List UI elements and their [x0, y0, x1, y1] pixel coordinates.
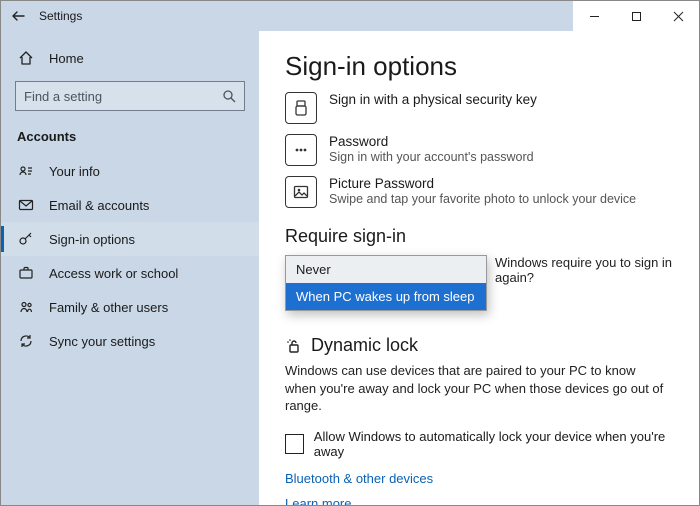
- password-dots-icon: [285, 134, 317, 166]
- sidebar-item-signin[interactable]: Sign-in options: [1, 222, 259, 256]
- sidebar-item-label: Access work or school: [49, 266, 178, 281]
- home-nav[interactable]: Home: [1, 41, 259, 75]
- window-title: Settings: [39, 9, 82, 23]
- sidebar-item-label: Your info: [49, 164, 100, 179]
- dropdown-item-never[interactable]: Never: [286, 256, 486, 283]
- close-button[interactable]: [657, 1, 699, 31]
- page-title: Sign-in options: [285, 51, 673, 82]
- sidebar-item-label: Sync your settings: [49, 334, 155, 349]
- link-learn-more[interactable]: Learn more: [285, 496, 673, 505]
- sidebar-item-your-info[interactable]: Your info: [1, 154, 259, 188]
- require-heading: Require sign-in: [285, 226, 673, 247]
- option-sub: Sign in with your account's password: [329, 150, 534, 164]
- link-bluetooth[interactable]: Bluetooth & other devices: [285, 471, 673, 486]
- settings-window: Settings Home Find a setting A: [0, 0, 700, 506]
- minimize-button[interactable]: [573, 1, 615, 31]
- dynamic-lock-heading: Dynamic lock: [285, 335, 673, 356]
- sidebar-item-work[interactable]: Access work or school: [1, 256, 259, 290]
- dropdown-item-wake[interactable]: When PC wakes up from sleep: [286, 283, 486, 310]
- home-icon: [17, 49, 35, 67]
- sidebar-item-sync[interactable]: Sync your settings: [1, 324, 259, 358]
- dynamic-lock-checkbox[interactable]: Allow Windows to automatically lock your…: [285, 429, 673, 459]
- sidebar-item-family[interactable]: Family & other users: [1, 290, 259, 324]
- sidebar: Home Find a setting Accounts Your info: [1, 31, 259, 505]
- checkbox-box-icon: [285, 434, 304, 454]
- require-q-suffix: Windows require you to sign in again?: [495, 255, 672, 285]
- sidebar-item-label: Family & other users: [49, 300, 168, 315]
- briefcase-icon: [17, 264, 35, 282]
- option-title: Sign in with a physical security key: [329, 92, 537, 107]
- search-input[interactable]: Find a setting: [15, 81, 245, 111]
- option-security-key[interactable]: Sign in with a physical security key: [285, 92, 673, 124]
- dynamic-lock-icon: [285, 337, 303, 355]
- home-label: Home: [49, 51, 84, 66]
- titlebar: Settings: [1, 1, 699, 31]
- option-title: Password: [329, 134, 534, 149]
- sync-icon: [17, 332, 35, 350]
- category-label: Accounts: [1, 125, 259, 154]
- dynamic-lock-desc: Windows can use devices that are paired …: [285, 362, 665, 415]
- people-icon: [17, 298, 35, 316]
- maximize-button[interactable]: [615, 1, 657, 31]
- sidebar-item-label: Sign-in options: [49, 232, 135, 247]
- search-placeholder: Find a setting: [24, 89, 222, 104]
- mail-icon: [17, 196, 35, 214]
- window-controls: [573, 1, 699, 31]
- usb-key-icon: [285, 92, 317, 124]
- require-signin-area: Windows require you to sign in again? Ne…: [285, 255, 673, 285]
- search-icon: [222, 89, 236, 103]
- option-picture-password[interactable]: Picture Password Swipe and tap your favo…: [285, 176, 673, 208]
- sidebar-item-email[interactable]: Email & accounts: [1, 188, 259, 222]
- option-sub: Swipe and tap your favorite photo to unl…: [329, 192, 636, 206]
- picture-icon: [285, 176, 317, 208]
- option-title: Picture Password: [329, 176, 636, 191]
- body: Home Find a setting Accounts Your info: [1, 31, 699, 505]
- content-pane[interactable]: Sign-in options Sign in with a physical …: [259, 31, 699, 505]
- person-card-icon: [17, 162, 35, 180]
- checkbox-label: Allow Windows to automatically lock your…: [314, 429, 673, 459]
- back-arrow-icon: [11, 9, 25, 23]
- sidebar-item-label: Email & accounts: [49, 198, 149, 213]
- dynamic-lock-title: Dynamic lock: [311, 335, 418, 356]
- back-button[interactable]: [1, 1, 35, 31]
- require-signin-dropdown[interactable]: Never When PC wakes up from sleep: [285, 255, 487, 311]
- key-icon: [17, 230, 35, 248]
- option-password[interactable]: Password Sign in with your account's pas…: [285, 134, 673, 166]
